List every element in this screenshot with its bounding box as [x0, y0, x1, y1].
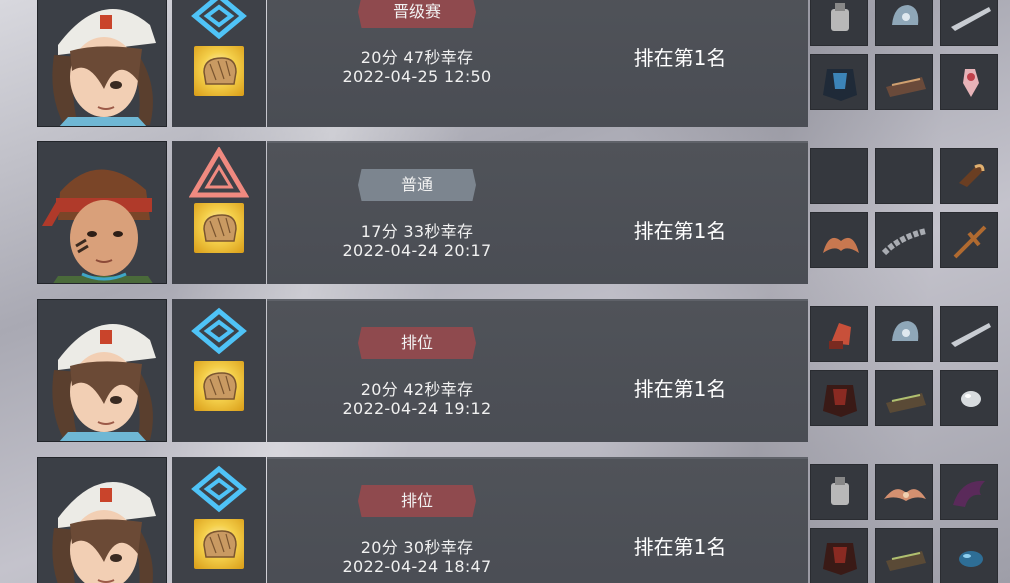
match-type-tag: 晋级赛 [358, 0, 476, 28]
character-portrait [37, 0, 167, 127]
fist-icon[interactable] [810, 306, 868, 362]
match-summary-panel: 晋级赛 20分 47秒幸存 2022-04-25 12:50 排在第1名 [267, 0, 808, 127]
character-portrait [37, 457, 167, 583]
equipment-grid [810, 0, 1010, 127]
consumable-bread-icon [194, 519, 244, 569]
character-portrait [37, 299, 167, 442]
horns-icon[interactable] [810, 212, 868, 268]
triangle-normal-icon [189, 147, 249, 198]
boots-icon[interactable] [875, 370, 933, 426]
helmet-icon[interactable] [875, 306, 933, 362]
match-record[interactable]: 晋级赛 20分 47秒幸存 2022-04-25 12:50 排在第1名 [37, 0, 1010, 127]
equipment-grid [810, 457, 1010, 583]
match-type-tag: 排位 [358, 485, 476, 517]
match-date: 2022-04-24 19:12 [342, 399, 492, 418]
consumable-bread-icon [194, 203, 244, 253]
equipment-grid [810, 299, 1010, 442]
empty-slot [810, 148, 868, 204]
diamond-rank-icon [191, 0, 247, 40]
match-record[interactable]: 排位 20分 30秒幸存 2022-04-24 18:47 排在第1名 [37, 457, 1010, 583]
survival-time: 17分 33秒幸存 [360, 222, 474, 241]
orb-icon[interactable] [940, 370, 998, 426]
bullet-icon[interactable] [940, 148, 998, 204]
consumable-bread-icon [194, 361, 244, 411]
empty-slot [875, 148, 933, 204]
cross-staff-icon[interactable] [940, 212, 998, 268]
trinket-icon[interactable] [940, 54, 998, 110]
glove-icon[interactable] [810, 0, 868, 46]
mode-column [172, 299, 266, 442]
diamond-rank-icon [191, 307, 247, 355]
survival-time: 20分 47秒幸存 [360, 48, 474, 67]
placement-text: 排在第1名 [633, 46, 727, 70]
match-record[interactable]: 普通 17分 33秒幸存 2022-04-24 20:17 排在第1名 [37, 141, 1010, 284]
match-type-tag: 普通 [358, 169, 476, 201]
match-type-tag: 排位 [358, 327, 476, 359]
chain-icon[interactable] [875, 212, 933, 268]
gem-icon[interactable] [940, 528, 998, 583]
match-summary-panel: 普通 17分 33秒幸存 2022-04-24 20:17 排在第1名 [267, 141, 808, 284]
blade-icon[interactable] [940, 306, 998, 362]
mode-column [172, 141, 266, 284]
boots-icon[interactable] [875, 54, 933, 110]
wings-icon[interactable] [875, 464, 933, 520]
match-summary-panel: 排位 20分 30秒幸存 2022-04-24 18:47 排在第1名 [267, 457, 808, 583]
survival-time: 20分 42秒幸存 [360, 380, 474, 399]
glove-icon[interactable] [810, 464, 868, 520]
placement-text: 排在第1名 [633, 219, 727, 243]
match-record[interactable]: 排位 20分 42秒幸存 2022-04-24 19:12 排在第1名 [37, 299, 1010, 442]
armor-icon[interactable] [810, 370, 868, 426]
boots-icon[interactable] [875, 528, 933, 583]
equipment-grid [810, 141, 1010, 284]
character-portrait [37, 141, 167, 284]
placement-text: 排在第1名 [633, 377, 727, 401]
armor-icon[interactable] [810, 54, 868, 110]
mode-column [172, 0, 266, 127]
armor-icon[interactable] [810, 528, 868, 583]
mode-column [172, 457, 266, 583]
claw-icon[interactable] [940, 464, 998, 520]
survival-time: 20分 30秒幸存 [360, 538, 474, 557]
match-history-list: 晋级赛 20分 47秒幸存 2022-04-25 12:50 排在第1名 普通 … [0, 0, 1010, 583]
consumable-bread-icon [194, 46, 244, 96]
blade-icon[interactable] [940, 0, 998, 46]
helmet-icon[interactable] [875, 0, 933, 46]
match-date: 2022-04-24 18:47 [342, 557, 492, 576]
match-date: 2022-04-25 12:50 [342, 67, 492, 86]
match-date: 2022-04-24 20:17 [342, 241, 492, 260]
match-summary-panel: 排位 20分 42秒幸存 2022-04-24 19:12 排在第1名 [267, 299, 808, 442]
diamond-rank-icon [191, 465, 247, 513]
placement-text: 排在第1名 [633, 535, 727, 559]
